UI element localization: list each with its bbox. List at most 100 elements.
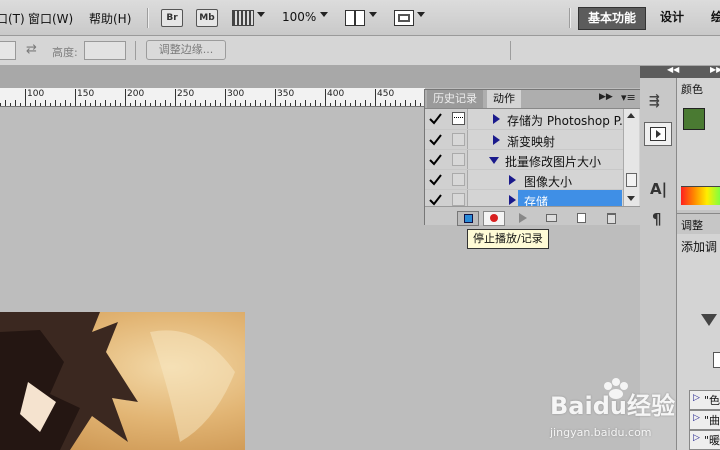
workspace-essentials-button[interactable]: 基本功能	[578, 7, 646, 30]
ruler-tick	[150, 103, 151, 106]
trash-icon[interactable]	[601, 211, 621, 224]
tab-history[interactable]: 历史记录	[427, 90, 483, 108]
expand-triangle-icon[interactable]	[509, 175, 516, 185]
tab-color[interactable]: 颜色	[681, 81, 703, 97]
action-set-row[interactable]: 批量修改图片大小	[425, 149, 639, 170]
panel-menu-icon[interactable]: ▾≡	[621, 91, 636, 104]
ruler-tick	[80, 103, 81, 106]
workspace-design-button[interactable]: 设计	[652, 7, 692, 28]
ruler-tick	[125, 89, 126, 106]
ruler-tick	[0, 103, 1, 106]
levels-triangle-icon[interactable]	[701, 314, 717, 326]
dialog-toggle-icon[interactable]	[452, 173, 465, 186]
expand-triangle-icon[interactable]	[493, 135, 500, 145]
zoom-level[interactable]: 100%	[282, 10, 316, 24]
ruler-tick	[325, 89, 326, 106]
checkmark-icon[interactable]	[429, 112, 442, 125]
paragraph-panel-icon[interactable]: ¶	[652, 210, 662, 228]
view-extras-icon[interactable]	[232, 10, 254, 26]
canvas-image[interactable]	[0, 312, 245, 450]
chevron-down-icon[interactable]	[320, 12, 328, 17]
ruler-tick	[50, 103, 51, 106]
dialog-toggle-icon[interactable]	[452, 193, 465, 206]
stop-button[interactable]	[457, 211, 479, 226]
checkmark-icon[interactable]	[429, 193, 442, 206]
dialog-toggle-icon[interactable]	[452, 133, 465, 146]
chevron-down-icon[interactable]	[369, 12, 377, 17]
character-panel-icon[interactable]: A|	[650, 180, 667, 198]
dialog-toggle-icon[interactable]	[452, 112, 465, 125]
ruler-tick	[290, 103, 291, 106]
menu-item-text[interactable]: 口(T)	[0, 10, 25, 27]
baidu-watermark: Baidu经验 jingyan.baidu.com	[548, 378, 718, 444]
ruler-tick	[200, 103, 201, 106]
mini-bridge-icon[interactable]: Mb	[196, 9, 218, 27]
checkmark-icon[interactable]	[429, 173, 442, 186]
action-row[interactable]: 渐变映射	[425, 129, 639, 150]
ruler-tick	[175, 89, 176, 106]
history-icon[interactable]: ⇶	[649, 94, 667, 112]
workspace-painting-button[interactable]: 绘	[702, 7, 720, 28]
scroll-down-icon[interactable]	[627, 196, 635, 201]
collapse-dock-icon[interactable]: ◀◀	[667, 65, 679, 74]
chevron-down-icon[interactable]	[257, 12, 265, 17]
ruler-tick	[215, 100, 216, 106]
height-field[interactable]	[84, 41, 126, 60]
ruler-tick	[5, 100, 6, 106]
height-label: 高度:	[52, 46, 78, 59]
bridge-icon[interactable]: Br	[161, 9, 183, 27]
ruler-tick	[270, 103, 271, 106]
ruler-tick	[210, 103, 211, 106]
ruler-tick	[315, 100, 316, 106]
ruler-tick	[395, 100, 396, 106]
refine-edge-button[interactable]: 调整边缘...	[146, 40, 226, 60]
arrange-documents-icon[interactable]	[345, 10, 365, 26]
new-action-icon[interactable]	[571, 211, 591, 224]
ruler-tick	[380, 103, 381, 106]
character-hair-illustration	[0, 312, 235, 450]
ruler-tick	[370, 103, 371, 106]
ruler-tick	[170, 103, 171, 106]
action-step-row[interactable]: 图像大小	[425, 169, 639, 190]
swap-icon[interactable]: ⇄	[26, 42, 37, 57]
scrollbar[interactable]	[623, 109, 639, 209]
ruler-tick	[255, 100, 256, 106]
ruler-tick	[60, 103, 61, 106]
collapse-panel-icon[interactable]: ▶▶	[599, 92, 613, 102]
checkmark-icon[interactable]	[429, 133, 442, 146]
ruler-tick	[355, 100, 356, 106]
ruler-tick	[45, 100, 46, 106]
scroll-indicator[interactable]	[713, 352, 720, 368]
menu-item-window[interactable]: 窗口(W)	[28, 10, 73, 27]
menu-item-help[interactable]: 帮助(H)	[89, 10, 131, 27]
checkmark-icon[interactable]	[429, 153, 442, 166]
ruler-tick	[40, 103, 41, 106]
tooltip: 停止播放/记录	[467, 229, 549, 249]
new-set-folder-icon[interactable]	[541, 211, 561, 224]
record-button[interactable]	[483, 211, 505, 226]
ruler-tick	[25, 89, 26, 106]
action-row[interactable]: 存储为 Photoshop P...	[425, 109, 639, 129]
play-button[interactable]	[513, 211, 533, 224]
ruler-tick	[230, 103, 231, 106]
screen-mode-icon[interactable]	[394, 10, 414, 26]
actions-panel-icon[interactable]	[644, 122, 672, 146]
scroll-up-icon[interactable]	[627, 113, 635, 118]
ruler-tick	[10, 103, 11, 106]
expand-triangle-icon[interactable]	[509, 195, 516, 205]
expand-dock-icon[interactable]: ▶▶	[710, 65, 720, 74]
foreground-color-swatch[interactable]	[683, 108, 705, 130]
expand-triangle-icon[interactable]	[493, 114, 500, 124]
chevron-down-icon[interactable]	[417, 12, 425, 17]
scroll-thumb[interactable]	[626, 173, 637, 187]
width-field[interactable]	[0, 41, 16, 60]
ruler-tick	[240, 103, 241, 106]
tab-actions[interactable]: 动作	[487, 90, 521, 108]
ruler-tick	[235, 100, 236, 106]
ruler-tick	[90, 103, 91, 106]
dialog-toggle-icon[interactable]	[452, 153, 465, 166]
ruler-tick	[15, 100, 16, 106]
color-spectrum[interactable]	[681, 186, 720, 205]
collapse-triangle-icon[interactable]	[489, 157, 499, 164]
tab-adjustments[interactable]: 调整	[681, 217, 703, 233]
